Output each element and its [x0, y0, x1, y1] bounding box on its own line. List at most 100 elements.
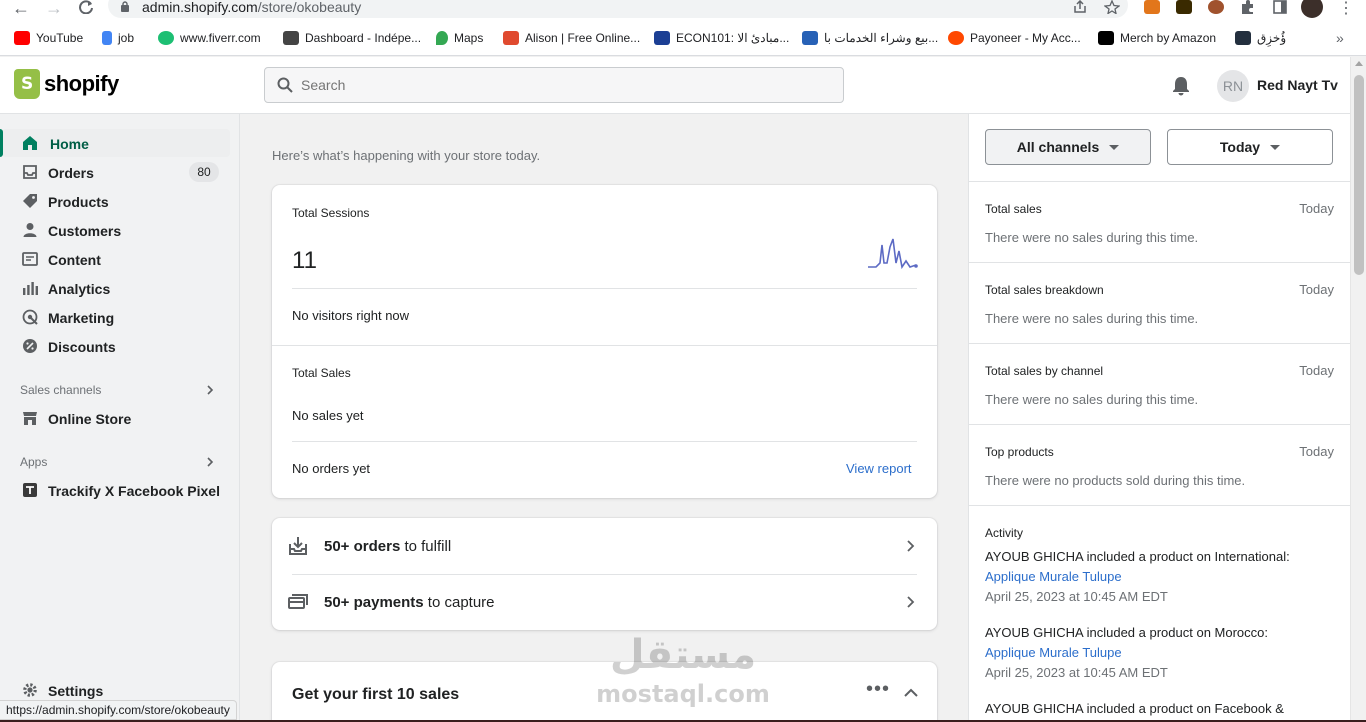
- extension-icon[interactable]: [1176, 0, 1192, 14]
- total-sessions-label[interactable]: Total Sessions: [292, 206, 369, 220]
- activity-section: Activity AYOUB GHICHA included a product…: [969, 505, 1351, 722]
- sidebar-item-label: Analytics: [48, 281, 111, 297]
- sidebar-item-marketing[interactable]: Marketing: [0, 303, 240, 331]
- bookmark-alison[interactable]: Alison | Free Online...: [503, 31, 640, 45]
- section-message: There were no sales during this time.: [985, 311, 1199, 326]
- activity-product-link[interactable]: Applique Murale Tulupe: [985, 567, 1325, 587]
- search-bar[interactable]: [264, 67, 844, 103]
- chevron-right-icon[interactable]: [205, 457, 215, 467]
- scrollbar-thumb[interactable]: [1354, 75, 1364, 275]
- top-products-section[interactable]: Top products Today There were no product…: [969, 424, 1351, 505]
- task-description: to fulfill: [400, 538, 452, 555]
- main-content: Here’s what’s happening with your store …: [240, 114, 968, 722]
- apps-heading[interactable]: Apps: [20, 455, 47, 469]
- sidebar-item-analytics[interactable]: Analytics: [0, 274, 240, 302]
- sidebar-item-trackify[interactable]: Trackify X Facebook Pixel: [0, 476, 240, 504]
- star-icon[interactable]: [1104, 0, 1120, 14]
- youtube-icon: [14, 31, 30, 45]
- bookmark-khamsat[interactable]: بيع وشراء الخدمات با...: [802, 31, 938, 45]
- total-sales-breakdown-section[interactable]: Total sales breakdown Today There were n…: [969, 262, 1351, 343]
- chevron-up-icon[interactable]: [904, 688, 918, 698]
- more-actions-icon[interactable]: •••: [866, 678, 890, 701]
- bookmark-label: Merch by Amazon: [1120, 31, 1217, 45]
- sidebar-item-discounts[interactable]: Discounts: [0, 332, 240, 360]
- reload-icon[interactable]: [78, 0, 94, 14]
- sidebar-item-label: Customers: [48, 223, 122, 239]
- sidebar: Home Orders 80 Products Customers Conten…: [0, 114, 240, 722]
- bookmark-fiverr[interactable]: www.fiverr.com: [158, 31, 261, 45]
- app-icon: [23, 483, 37, 497]
- no-sales-text: No sales yet: [292, 408, 364, 423]
- bookmarks-bar: YouTube job www.fiverr.com Dashboard - I…: [0, 22, 1366, 56]
- section-message: There were no sales during this time.: [985, 230, 1199, 245]
- bookmark-label: Alison | Free Online...: [525, 31, 641, 45]
- metamask-extension-icon[interactable]: [1144, 0, 1160, 14]
- side-panel-icon[interactable]: [1272, 0, 1288, 14]
- payments-to-capture-row[interactable]: 50+ payments to capture: [272, 574, 937, 630]
- bookmark-job[interactable]: job: [102, 31, 134, 45]
- section-period: Today: [1299, 363, 1334, 378]
- bookmark-merch-amazon[interactable]: Merch by Amazon: [1098, 31, 1216, 45]
- bookmark-label: بيع وشراء الخدمات با...: [824, 31, 939, 45]
- bookmark-arabic[interactable]: ؤُخزِق: [1235, 31, 1286, 45]
- section-period: Today: [1299, 282, 1334, 297]
- total-sales-label[interactable]: Total Sales: [292, 366, 351, 380]
- sales-channels-heading[interactable]: Sales channels: [20, 383, 101, 397]
- orders-to-fulfill-row[interactable]: 50+ orders to fulfill: [272, 518, 937, 574]
- bookmarks-overflow-icon[interactable]: »: [1336, 30, 1344, 46]
- sidebar-item-label: Products: [48, 194, 109, 210]
- total-sessions-value: 11: [292, 247, 317, 274]
- scroll-up-arrow-icon[interactable]: [1355, 61, 1363, 66]
- total-sales-by-channel-section[interactable]: Total sales by channel Today There were …: [969, 343, 1351, 424]
- first-sales-card: Get your first 10 sales •••: [272, 662, 937, 722]
- no-orders-text: No orders yet: [292, 461, 371, 476]
- search-input[interactable]: [301, 75, 821, 95]
- sidebar-item-products[interactable]: Products: [0, 187, 240, 215]
- puzzle-extensions-icon[interactable]: [1240, 0, 1256, 14]
- activity-text: AYOUB GHICHA included a product on Faceb…: [985, 701, 1284, 716]
- sidebar-item-label: Content: [48, 252, 101, 268]
- task-description: to capture: [423, 594, 495, 611]
- bookmark-youtube[interactable]: YouTube: [14, 31, 83, 45]
- view-report-link[interactable]: View report: [846, 461, 912, 476]
- sidebar-item-label: Marketing: [48, 310, 115, 326]
- bookmark-dashboard[interactable]: Dashboard - Indépe...: [283, 31, 421, 45]
- bell-icon[interactable]: [1172, 76, 1190, 96]
- channels-filter-button[interactable]: All channels: [985, 129, 1151, 165]
- activity-product-link[interactable]: Applique Murale Tulupe: [985, 643, 1325, 663]
- date-filter-button[interactable]: Today: [1167, 129, 1333, 165]
- inbox-download-icon: [289, 537, 307, 555]
- browser-menu-icon[interactable]: ⋮: [1338, 0, 1354, 18]
- user-avatar[interactable]: RN: [1217, 70, 1249, 102]
- browser-profile-avatar[interactable]: [1301, 0, 1323, 18]
- sidebar-item-content[interactable]: Content: [0, 245, 240, 273]
- payment-card-icon: [288, 594, 308, 609]
- logo-text: shopify: [44, 71, 119, 96]
- back-arrow-icon[interactable]: ←: [12, 0, 30, 17]
- bookmark-label: Dashboard - Indépe...: [305, 31, 422, 45]
- search-icon: [277, 77, 293, 93]
- activity-title: Activity: [985, 526, 1024, 540]
- sidebar-item-label: Online Store: [48, 411, 132, 427]
- sidebar-item-orders[interactable]: Orders 80: [0, 158, 240, 186]
- sidebar-item-home[interactable]: Home: [0, 129, 230, 157]
- chevron-right-icon: [907, 540, 915, 552]
- bookmark-maps[interactable]: Maps: [436, 31, 483, 45]
- chevron-right-icon[interactable]: [205, 385, 215, 395]
- share-icon[interactable]: [1072, 0, 1088, 14]
- bookmark-payoneer[interactable]: Payoneer - My Acc...: [948, 31, 1081, 45]
- url-text[interactable]: admin.shopify.com/store/okobeauty: [142, 0, 361, 14]
- bookmark-label: Payoneer - My Acc...: [970, 31, 1081, 45]
- sidebar-item-label: Home: [50, 136, 89, 152]
- content-icon: [22, 252, 38, 266]
- sidebar-item-online-store[interactable]: Online Store: [0, 404, 240, 432]
- shopify-logo[interactable]: S shopify: [14, 69, 119, 99]
- total-sales-section[interactable]: Total sales Today There were no sales du…: [969, 181, 1351, 262]
- cookie-extension-icon[interactable]: [1208, 0, 1224, 14]
- bookmark-econ101[interactable]: ECON101: مبادئ الا...: [654, 31, 789, 45]
- forward-arrow-icon[interactable]: →: [45, 0, 63, 17]
- sidebar-item-customers[interactable]: Customers: [0, 216, 240, 244]
- person-icon: [23, 223, 37, 237]
- user-name[interactable]: Red Nayt Tv: [1257, 77, 1338, 93]
- page-scrollbar[interactable]: [1350, 57, 1366, 722]
